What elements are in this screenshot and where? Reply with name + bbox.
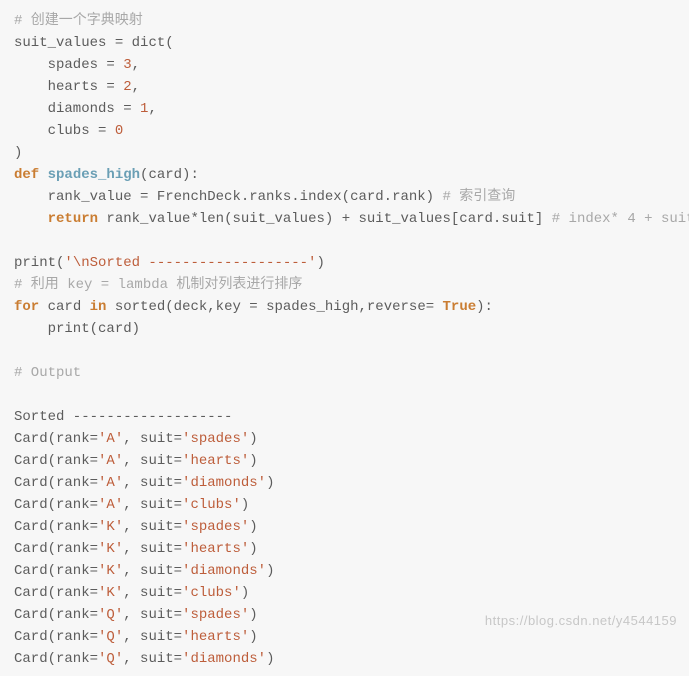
code-text: [132, 101, 140, 117]
code-text: dict(: [123, 35, 173, 51]
code-text: spades_high,reverse: [258, 299, 426, 315]
code-text: rank_value: [14, 189, 140, 205]
string: '\nSorted -------------------': [64, 255, 316, 271]
output-line: Card(rank='Q', suit='diamonds'): [14, 651, 274, 667]
code-text: ): [14, 145, 22, 161]
code-text: [39, 167, 47, 183]
code-text: ):: [476, 299, 493, 315]
code-text: suit_values: [14, 35, 115, 51]
number: 3: [123, 57, 131, 73]
code-text: [115, 57, 123, 73]
op: =: [123, 101, 131, 117]
op: =: [106, 57, 114, 73]
code-text: ): [316, 255, 324, 271]
code-text: spades: [14, 57, 106, 73]
code-text: FrenchDeck.ranks.index(card.rank): [148, 189, 442, 205]
comment: # index* 4 + suit.value: [552, 211, 689, 227]
comment: # Output: [14, 365, 81, 381]
number: 2: [123, 79, 131, 95]
code-text: print(card): [14, 321, 140, 337]
op: =: [249, 299, 257, 315]
keyword: for: [14, 299, 39, 315]
number: 0: [115, 123, 123, 139]
code-block: # 创建一个字典映射 suit_values = dict( spades = …: [0, 0, 689, 676]
code-text: ,: [132, 79, 140, 95]
op: =: [115, 35, 123, 51]
code-text: clubs: [14, 123, 98, 139]
code-text: [115, 79, 123, 95]
code-text: (card):: [140, 167, 199, 183]
code-text: diamonds: [14, 101, 123, 117]
op: =: [426, 299, 434, 315]
comment: # 索引查询: [443, 189, 516, 205]
output-header: Sorted -------------------: [14, 409, 232, 425]
output-line: Card(rank='K', suit='spades'): [14, 519, 258, 535]
output-line: Card(rank='K', suit='clubs'): [14, 585, 249, 601]
keyword: return: [48, 211, 98, 227]
code-text: ,: [132, 57, 140, 73]
code-text: [106, 123, 114, 139]
comment: # 利用 key = lambda 机制对列表进行排序: [14, 277, 302, 293]
output-line: Card(rank='K', suit='diamonds'): [14, 563, 274, 579]
op: +: [342, 211, 350, 227]
watermark: https://blog.csdn.net/y4544159: [485, 610, 677, 632]
keyword: in: [90, 299, 107, 315]
output-line: Card(rank='A', suit='spades'): [14, 431, 258, 447]
code-text: ,: [148, 101, 156, 117]
keyword: True: [443, 299, 477, 315]
code-text: rank_value: [98, 211, 190, 227]
output-line: Card(rank='K', suit='hearts'): [14, 541, 258, 557]
code-text: card: [39, 299, 89, 315]
output-line: Card(rank='Q', suit='hearts'): [14, 629, 258, 645]
func-name: spades_high: [48, 167, 140, 183]
code-text: [14, 211, 48, 227]
output-line: Card(rank='A', suit='diamonds'): [14, 475, 274, 491]
comment: # 创建一个字典映射: [14, 13, 143, 29]
keyword: def: [14, 167, 39, 183]
code-text: suit_values[card.suit]: [350, 211, 552, 227]
code-text: print(: [14, 255, 64, 271]
op: *: [190, 211, 198, 227]
output-line: Card(rank='Q', suit='spades'): [14, 607, 258, 623]
op: =: [106, 79, 114, 95]
code-text: hearts: [14, 79, 106, 95]
code-text: len(suit_values): [199, 211, 342, 227]
code-text: sorted(deck,key: [106, 299, 249, 315]
output-line: Card(rank='A', suit='clubs'): [14, 497, 249, 513]
code-text: [434, 299, 442, 315]
output-line: Card(rank='A', suit='hearts'): [14, 453, 258, 469]
